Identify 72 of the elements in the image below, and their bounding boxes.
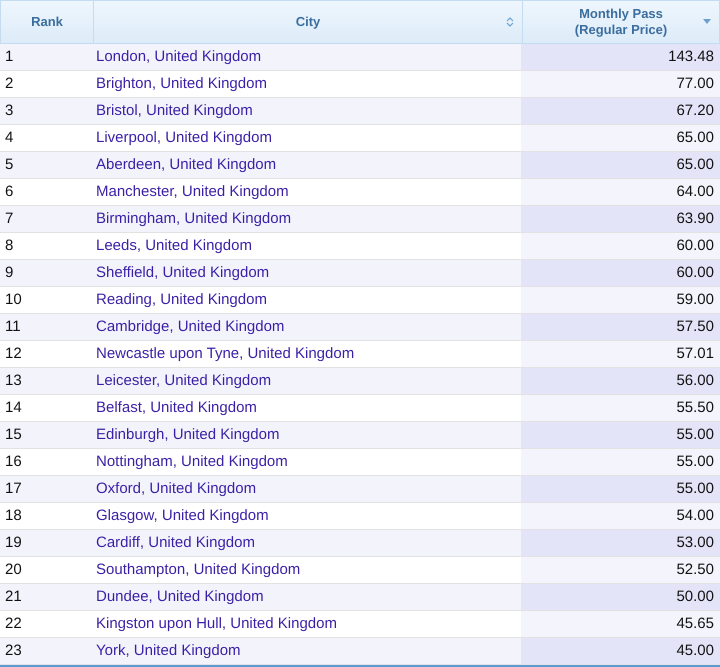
table-cell: 55.50 (521, 395, 720, 421)
city-link[interactable]: Nottingham, United Kingdom (96, 452, 288, 470)
table-cell: 50.00 (521, 584, 720, 610)
table-cell-text: 3 (4, 100, 14, 121)
city-link[interactable]: London, United Kingdom (96, 48, 262, 65)
table-cell: 60.00 (521, 260, 720, 286)
table-cell-text: 14 (4, 398, 23, 418)
table-cell: 53.00 (521, 530, 720, 556)
table-cell-text: 10 (4, 290, 23, 310)
table-cell-text: 4 (4, 128, 14, 148)
column-header[interactable]: Rank (1, 1, 93, 43)
city-link[interactable]: Oxford, United Kingdom (96, 480, 256, 497)
table-cell: 56.00 (521, 368, 720, 394)
table-cell-text: 11 (4, 316, 22, 337)
table-cell-text: 1 (4, 46, 14, 67)
table-cell-text: 12 (4, 344, 23, 364)
table-cell: 57.01 (521, 341, 720, 367)
table-cell: 67.20 (521, 98, 720, 124)
table-cell: 59.00 (521, 287, 720, 313)
table-cell: 64.00 (521, 179, 720, 205)
city-link[interactable]: Aberdeen, United Kingdom (96, 156, 276, 173)
city-link[interactable]: Liverpool, United Kingdom (96, 128, 272, 146)
table-cell: 55.00 (521, 422, 720, 448)
table-cell-text: 16 (4, 452, 23, 472)
city-link[interactable]: Sheffield, United Kingdom (96, 264, 270, 281)
city-link[interactable]: Belfast, United Kingdom (96, 398, 257, 416)
table-cell: 55.00 (521, 449, 720, 475)
city-link[interactable]: Brighton, United Kingdom (96, 74, 267, 92)
city-link[interactable]: Leicester, United Kingdom (96, 372, 272, 389)
table-cell-text: 9 (4, 262, 14, 283)
table-cell: 65.00 (521, 125, 720, 151)
table-cell: 60.00 (521, 233, 720, 259)
table-cell-text: 20 (4, 560, 23, 580)
column-header[interactable]: Monthly Pass (Regular Price) (522, 1, 719, 43)
table-cell: 54.00 (521, 503, 720, 529)
table-cell-text: 8 (4, 236, 14, 256)
city-link[interactable]: Cardiff, United Kingdom (96, 534, 255, 551)
table-cell: 63.90 (521, 206, 720, 232)
table-cell-text: 21 (4, 586, 23, 607)
city-link[interactable]: Dundee, United Kingdom (96, 588, 264, 605)
table-cell-text: 5 (4, 154, 14, 175)
column-header[interactable]: City (93, 1, 522, 43)
city-link[interactable]: Manchester, United Kingdom (96, 182, 289, 200)
table-cell-text: 6 (4, 182, 14, 202)
city-link[interactable]: Kingston upon Hull, United Kingdom (96, 614, 337, 632)
table-cell-text: 13 (4, 370, 23, 391)
table-cell: 45.00 (521, 638, 720, 664)
table-cell: 52.50 (521, 557, 720, 583)
table-cell: 55.00 (521, 476, 720, 502)
table-cell: 143.48 (521, 44, 720, 70)
table-cell-text: 17 (4, 478, 23, 499)
table-cell-text: 18 (4, 506, 23, 526)
table-cell: 45.65 (521, 611, 720, 637)
city-link[interactable]: Reading, United Kingdom (96, 290, 267, 308)
city-link[interactable]: Leeds, United Kingdom (96, 236, 252, 254)
table-cell-text: 23 (4, 640, 23, 661)
city-link[interactable]: Newcastle upon Tyne, United Kingdom (96, 344, 354, 362)
city-link[interactable]: Cambridge, United Kingdom (96, 318, 284, 335)
city-link[interactable]: York, United Kingdom (96, 642, 241, 659)
city-link[interactable]: Birmingham, United Kingdom (96, 210, 292, 227)
city-link[interactable]: Southampton, United Kingdom (96, 560, 300, 578)
table-cell-text: 2 (4, 74, 14, 94)
table-cell-text: 22 (4, 614, 23, 634)
table-cell-text: 19 (4, 532, 23, 553)
table-cell: 65.00 (521, 152, 720, 178)
table-cell: 57.50 (521, 314, 720, 340)
table-cell: 77.00 (521, 71, 720, 97)
table-cell-text: 15 (4, 424, 23, 445)
city-link[interactable]: Edinburgh, United Kingdom (96, 426, 280, 443)
table-cell-text: 7 (4, 208, 14, 229)
city-link[interactable]: Glasgow, United Kingdom (96, 506, 269, 524)
city-link[interactable]: Bristol, United Kingdom (96, 102, 253, 119)
